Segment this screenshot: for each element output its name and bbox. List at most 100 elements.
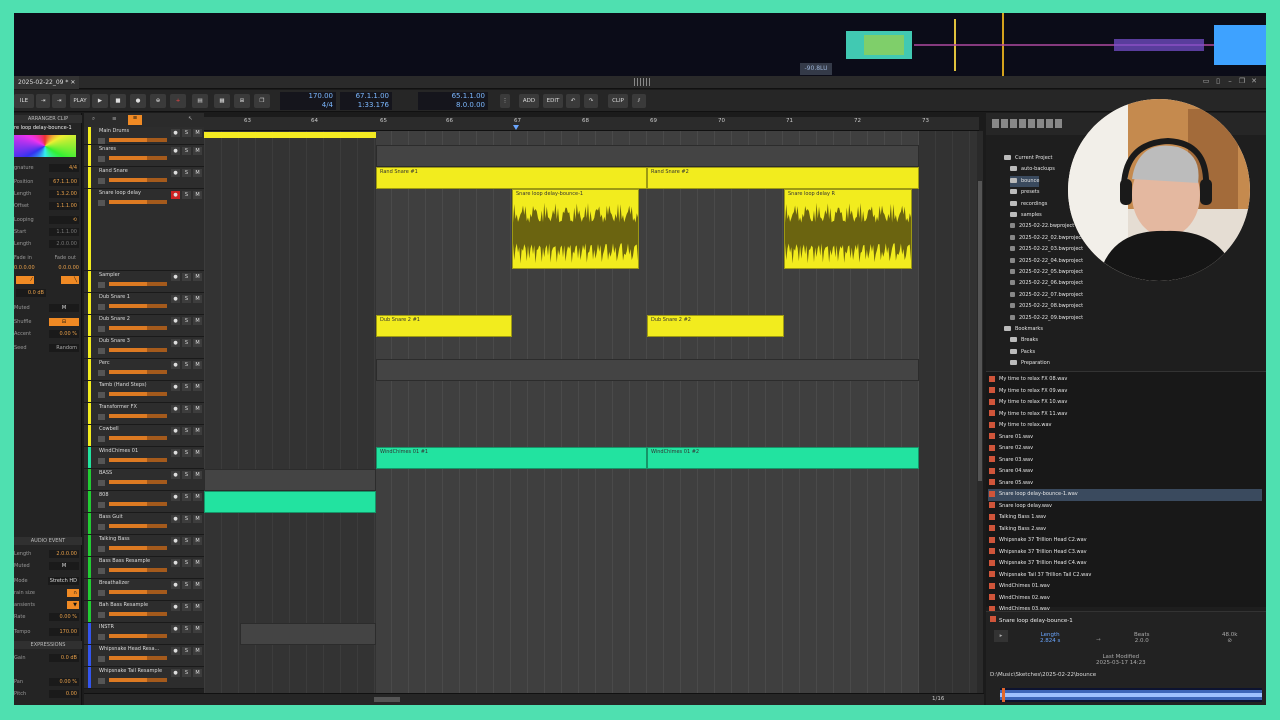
overdub-icon[interactable]: ⊕ xyxy=(150,94,166,108)
track-header[interactable]: Tamb (Hand Steps) ● S M xyxy=(84,381,204,403)
tree-project-file[interactable]: 2025-02-22_03.bwproject xyxy=(1010,244,1083,255)
808-clip[interactable] xyxy=(204,491,376,513)
pitch-row[interactable]: Pitch 0.00 xyxy=(14,689,82,699)
automation-record-icon[interactable]: + xyxy=(170,94,186,108)
length-row[interactable]: Length 1.3.2.00 xyxy=(14,189,82,199)
ae-length-row[interactable]: Length 2.0.0.00 xyxy=(14,549,82,559)
mute-button[interactable]: M xyxy=(193,339,202,347)
track-header[interactable]: Talking Bass ● S M xyxy=(84,535,204,557)
undo-icon[interactable]: ↶ xyxy=(566,94,580,108)
file-item[interactable]: Whipsnake Tail 37 Trillion Tail C2.wav xyxy=(988,570,1262,582)
pan-row[interactable]: Pan 0.00 % xyxy=(14,677,82,687)
track-name[interactable]: Whipsnake Tail Resample xyxy=(99,668,162,674)
track-header[interactable]: Dub Snare 3 ● S M xyxy=(84,337,204,359)
arm-icon[interactable]: ● xyxy=(171,581,180,589)
arm-icon[interactable]: ● xyxy=(171,603,180,611)
grid-quantize[interactable]: 1/16 xyxy=(932,696,944,702)
file-item[interactable]: My time to relax FX 09.wav xyxy=(988,386,1262,398)
track-header[interactable]: Dub Snare 1 ● S M xyxy=(84,293,204,315)
tree-project-file[interactable]: 2025-02-22_05.bwproject xyxy=(1010,267,1083,278)
dub-snare-clip-2[interactable]: Dub Snare 2 #2 xyxy=(647,315,784,337)
file-item[interactable]: My time to relax.wav xyxy=(988,420,1262,432)
play-icon[interactable]: ▶ xyxy=(92,94,108,108)
ae-length-field[interactable]: 2.0.0.00 xyxy=(49,550,79,558)
loop-length-field[interactable]: 2.0.0.00 xyxy=(49,240,79,248)
solo-button[interactable]: S xyxy=(182,493,191,501)
arm-icon[interactable]: ● xyxy=(171,625,180,633)
monitor-icon[interactable]: ▭ xyxy=(1200,77,1212,85)
file-item[interactable]: My time to relax FX 11.wav xyxy=(988,409,1262,421)
mute-button[interactable]: M xyxy=(193,493,202,501)
track-header[interactable]: Sampler ● S M xyxy=(84,271,204,293)
solo-button[interactable]: S xyxy=(182,625,191,633)
solo-button[interactable]: S xyxy=(182,515,191,523)
looping-row[interactable]: Looping ⟲ xyxy=(14,215,82,225)
volume-fader[interactable] xyxy=(109,392,167,396)
track-header[interactable]: Snares ● S M xyxy=(84,145,204,167)
mute-button[interactable]: M xyxy=(193,191,202,199)
mute-button[interactable]: M xyxy=(193,169,202,177)
mute-button[interactable]: M xyxy=(193,129,202,137)
solo-button[interactable]: S xyxy=(182,471,191,479)
volume-fader[interactable] xyxy=(109,568,167,572)
track-name[interactable]: Dub Snare 2 xyxy=(99,316,130,322)
arm-icon[interactable]: ● xyxy=(171,405,180,413)
track-name[interactable]: WindChimes 01 xyxy=(99,448,138,454)
drag-handle-icon[interactable] xyxy=(634,78,650,86)
volume-fader[interactable] xyxy=(109,178,167,182)
arm-icon[interactable]: ● xyxy=(171,339,180,347)
track-header[interactable]: INSTR ● S M xyxy=(84,623,204,645)
restore-icon[interactable]: ❐ xyxy=(1236,77,1248,85)
volume-fader[interactable] xyxy=(109,436,167,440)
tree-project-file[interactable]: 2025-02-22.bwproject xyxy=(1010,221,1074,232)
track-header[interactable]: Whipsnake Head Resa... ● S M xyxy=(84,645,204,667)
track-header[interactable]: Snare loop delay ● S M xyxy=(84,189,204,271)
volume-fader[interactable] xyxy=(109,480,167,484)
mute-button[interactable]: M xyxy=(193,317,202,325)
playhead-marker[interactable] xyxy=(513,125,519,130)
volume-fader[interactable] xyxy=(109,156,167,160)
windchimes-clip-2[interactable]: WindChimes 01 #2 xyxy=(647,447,919,469)
arm-icon[interactable]: ● xyxy=(171,647,180,655)
tree-bookmark[interactable]: Packs xyxy=(1010,347,1035,358)
volume-fader[interactable] xyxy=(109,678,167,682)
mute-toggle[interactable]: M xyxy=(49,304,79,312)
metronome-icon[interactable]: ⋮ xyxy=(500,94,510,108)
tempo-row[interactable]: Tempo 170.00 xyxy=(14,627,82,637)
clip-button[interactable]: CLIP xyxy=(608,94,628,108)
sidebar-icon[interactable]: ▯ xyxy=(1212,77,1224,85)
seed-row[interactable]: Seed Random xyxy=(14,343,82,353)
track-name[interactable]: Snares xyxy=(99,146,116,152)
mute-button[interactable]: M xyxy=(193,581,202,589)
track-name[interactable]: Whipsnake Head Resa... xyxy=(99,646,159,652)
mute-button[interactable]: M xyxy=(193,295,202,303)
tree-project-file[interactable]: 2025-02-22_04.bwproject xyxy=(1010,256,1083,267)
mute-button[interactable]: M xyxy=(193,361,202,369)
arm-icon[interactable]: ● xyxy=(171,493,180,501)
volume-fader[interactable] xyxy=(109,138,167,142)
expr-gain-field[interactable]: 0.0 dB xyxy=(49,654,79,662)
file-item[interactable]: WindChimes 02.wav xyxy=(988,593,1262,605)
preview-waveform[interactable] xyxy=(1000,688,1262,702)
punch-icon[interactable]: ▤ xyxy=(192,94,208,108)
tempo-display[interactable]: 170.00 4/4 xyxy=(280,92,336,110)
track-header[interactable]: Bass Bass Resample ● S M xyxy=(84,557,204,579)
mute-button[interactable]: M xyxy=(193,647,202,655)
tree-section-current-project[interactable]: Current Project xyxy=(1004,153,1052,164)
arm-icon[interactable]: ● xyxy=(171,129,180,137)
track-header[interactable]: Transformer FX ● S M xyxy=(84,403,204,425)
tree-bookmark[interactable]: Preparation xyxy=(1010,358,1050,369)
tree-folder[interactable]: presets xyxy=(1010,187,1039,198)
fade-curve-out-icon[interactable]: ╲ xyxy=(61,276,79,284)
record-icon[interactable]: ● xyxy=(130,94,146,108)
layout-icon[interactable]: ≡ xyxy=(128,115,142,125)
track-name[interactable]: Rand Snare xyxy=(99,168,128,174)
snares-group-clip[interactable] xyxy=(376,145,919,167)
file-item[interactable]: WindChimes 01.wav xyxy=(988,581,1262,593)
track-name[interactable]: Main Drums xyxy=(99,128,129,134)
tree-project-file[interactable]: 2025-02-22_08.bwproject xyxy=(1010,301,1083,312)
loop-display[interactable]: 65.1.1.00 8.0.0.00 xyxy=(418,92,488,110)
mute-button[interactable]: M xyxy=(193,449,202,457)
start-row[interactable]: Start 1.1.1.00 xyxy=(14,227,82,237)
fade-out-field[interactable]: 0.0.0.00 xyxy=(58,263,79,273)
